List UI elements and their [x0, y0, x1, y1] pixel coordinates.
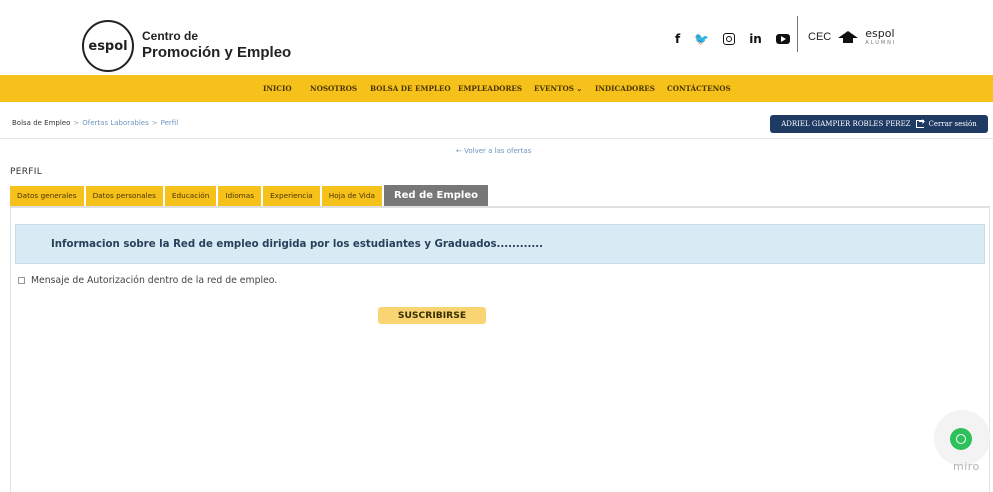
user-logout-button[interactable]: ADRIEL GIAMPIER ROBLES PEREZ Cerrar sesi…	[770, 115, 988, 133]
whatsapp-icon	[956, 434, 966, 444]
header-divider	[797, 16, 798, 52]
back-to-offers-link[interactable]: ← Volver a las ofertas	[456, 147, 531, 155]
tab-idiomas[interactable]: Idiomas	[218, 186, 262, 206]
breadcrumb-bolsa[interactable]: Bolsa de Empleo	[12, 119, 70, 127]
tab-datos-generales[interactable]: Datos generales	[10, 186, 84, 206]
info-banner: Informacion sobre la Red de empleo dirig…	[15, 224, 985, 264]
partner-logos: CEC espol ALUMNI	[808, 27, 896, 46]
profile-tabs: Datos generales Datos personales Educaci…	[10, 185, 488, 207]
authorization-option[interactable]: Mensaje de Autorización dentro de la red…	[18, 275, 277, 286]
logout-label: Cerrar sesión	[928, 120, 977, 128]
breadcrumb-separator: >	[73, 119, 80, 127]
info-text: Informacion sobre la Red de empleo dirig…	[51, 239, 543, 250]
miro-watermark: miro	[953, 460, 980, 473]
site-header: espol Centro de Promoción y Empleo f 🐦 i…	[0, 0, 993, 75]
tab-datos-personales[interactable]: Datos personales	[85, 186, 163, 206]
breadcrumb-separator: >	[151, 119, 158, 127]
nav-nosotros[interactable]: NOSOTROS	[310, 84, 357, 93]
page-title: PERFIL	[10, 167, 43, 177]
espol-alumni-text: espol	[865, 27, 895, 40]
whatsapp-button[interactable]	[950, 428, 972, 450]
authorization-checkbox[interactable]	[18, 277, 25, 284]
user-name: ADRIEL GIAMPIER ROBLES PEREZ	[781, 120, 911, 128]
site-logo[interactable]: espol Centro de Promoción y Empleo	[82, 20, 291, 72]
nav-inicio[interactable]: INICIO	[263, 84, 292, 93]
tab-experiencia[interactable]: Experiencia	[263, 186, 320, 206]
facebook-icon[interactable]: f	[675, 31, 680, 47]
nav-indicadores[interactable]: INDICADORES	[595, 84, 655, 93]
alumni-sub: ALUMNI	[865, 40, 897, 46]
logo-line2: Promoción y Empleo	[142, 44, 292, 62]
graduation-cap-icon	[838, 29, 859, 45]
page: espol Centro de Promoción y Empleo f 🐦 i…	[0, 0, 993, 492]
nav-eventos[interactable]: EVENTOS ⌄	[534, 84, 582, 93]
linkedin-icon[interactable]: in	[749, 31, 762, 47]
tab-educacion[interactable]: Educación	[164, 186, 217, 206]
main-nav: INICIO NOSOTROS BOLSA DE EMPLEO EMPLEADO…	[0, 75, 993, 102]
authorization-label: Mensaje de Autorización dentro de la red…	[31, 275, 278, 286]
nav-contactenos[interactable]: CONTÁCTENOS	[667, 84, 731, 93]
breadcrumb-ofertas[interactable]: Ofertas Laborables	[82, 119, 149, 127]
espol-logo-icon: espol	[82, 20, 134, 72]
breadcrumb: Bolsa de Empleo > Ofertas Laborables > Perfi…	[12, 119, 178, 127]
subscribe-button[interactable]: SUSCRIBIRSE	[378, 307, 486, 324]
tab-red-de-empleo[interactable]: Red de Empleo	[383, 185, 488, 207]
breadcrumb-perfil[interactable]: Perfil	[161, 119, 179, 127]
cec-label: CEC	[808, 30, 832, 43]
logo-line1: Centro de	[142, 29, 199, 44]
social-links: f 🐦 in	[675, 31, 790, 47]
twitter-icon[interactable]: 🐦	[694, 31, 709, 47]
nav-empleadores[interactable]: EMPLEADORES	[458, 84, 522, 93]
nav-bolsa-de-empleo[interactable]: BOLSA DE EMPLEO	[370, 84, 451, 93]
youtube-icon[interactable]	[775, 34, 790, 44]
logo-text: Centro de Promoción y Empleo	[142, 29, 292, 62]
instagram-icon[interactable]	[723, 33, 736, 45]
logout-icon	[915, 117, 925, 128]
tab-hoja-de-vida[interactable]: Hoja de Vida	[321, 186, 382, 206]
espol-alumni-logo: espol ALUMNI	[865, 27, 896, 46]
